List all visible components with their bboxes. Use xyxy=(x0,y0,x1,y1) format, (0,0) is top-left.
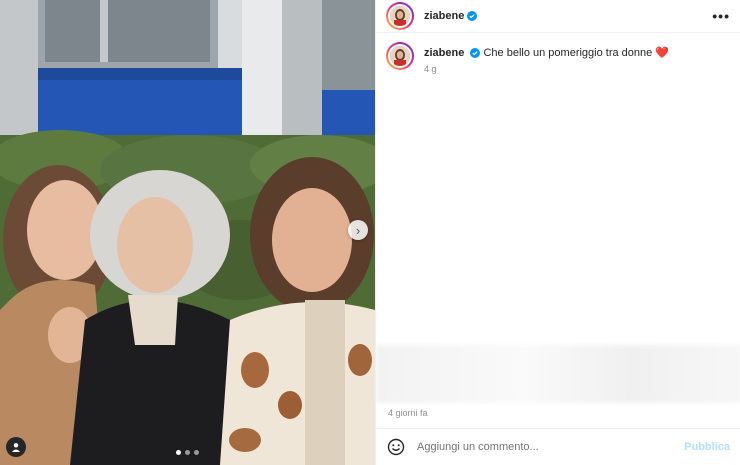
caption-text: ziabene Che bello un pomeriggio tra donn… xyxy=(424,42,669,60)
carousel-dot xyxy=(176,450,181,455)
caption-body: Che bello un pomeriggio tra donne xyxy=(483,47,653,59)
avatar-image xyxy=(390,46,410,66)
caption-username[interactable]: ziabene xyxy=(424,47,464,59)
publish-button[interactable]: Pubblica xyxy=(684,441,730,453)
more-options-button[interactable]: ••• xyxy=(712,8,730,24)
caption: ziabene Che bello un pomeriggio tra donn… xyxy=(376,33,740,74)
photo-image xyxy=(0,0,375,465)
carousel-dot xyxy=(185,450,190,455)
post-date[interactable]: 4 giorni fa xyxy=(388,408,428,418)
username-link[interactable]: ziabene xyxy=(424,10,464,22)
smiley-icon[interactable] xyxy=(387,438,405,456)
post-panel: ziabene ••• ziabene Che bello un pomerig… xyxy=(375,0,740,465)
verified-badge-icon xyxy=(467,11,478,21)
avatar[interactable] xyxy=(386,42,414,70)
comment-input[interactable] xyxy=(417,441,677,453)
post-photo[interactable]: › xyxy=(0,0,375,465)
chevron-right-icon: › xyxy=(355,222,361,238)
caption-timestamp[interactable]: 4 g xyxy=(424,64,669,74)
comment-bar: Pubblica xyxy=(376,428,740,465)
heart-emoji: ❤️ xyxy=(655,47,670,59)
carousel-indicator xyxy=(0,450,375,455)
verified-badge-icon xyxy=(470,48,481,59)
carousel-next-button[interactable]: › xyxy=(348,220,368,240)
action-area-blurred xyxy=(376,345,740,403)
avatar-image xyxy=(390,6,410,26)
avatar[interactable] xyxy=(386,2,414,30)
carousel-dot xyxy=(194,450,199,455)
post-header: ziabene ••• xyxy=(376,0,740,33)
